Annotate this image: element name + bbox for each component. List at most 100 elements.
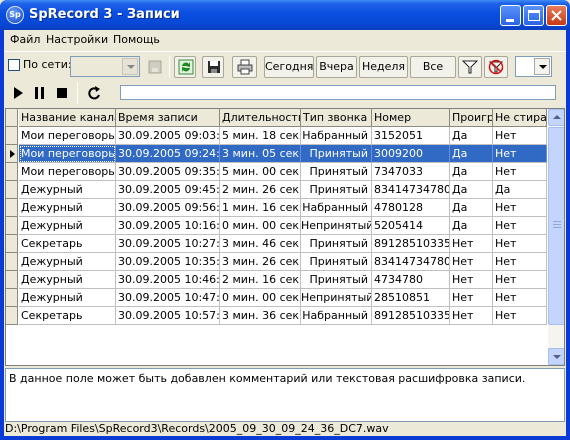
table-cell[interactable]: 3 мин. 46 сек. [220,235,301,253]
playback-progress-bar[interactable] [120,85,556,100]
table-cell[interactable]: Нет [450,307,493,325]
table-cell[interactable]: Нет [493,145,547,163]
menu-file[interactable]: Файл [10,33,40,46]
table-row[interactable]: Мои переговоры30.09.2005 09:03:585 мин. … [6,127,547,145]
table-cell[interactable]: Нет [450,253,493,271]
network-select[interactable] [70,56,140,77]
table-cell[interactable]: 30.09.2005 10:35:34 [116,253,220,271]
table-cell[interactable]: 30.09.2005 10:57:04 [116,307,220,325]
table-cell[interactable]: Да [450,127,493,145]
table-row[interactable]: Мои переговоры30.09.2005 09:24:363 мин. … [6,145,547,163]
table-row[interactable]: Секретарь30.09.2005 10:27:043 мин. 46 се… [6,235,547,253]
network-checkbox[interactable] [8,59,20,71]
table-cell[interactable]: 28510851 [372,289,450,307]
table-cell[interactable]: Да [450,181,493,199]
table-cell[interactable]: Нет [493,307,547,325]
yesterday-button[interactable]: Вчера [316,56,357,78]
table-row[interactable]: Мои переговоры30.09.2005 09:35:075 мин. … [6,163,547,181]
table-cell[interactable]: 3 мин. 05 сек. [220,145,301,163]
table-cell[interactable]: 0 мин. 00 сек. [220,289,301,307]
table-cell[interactable]: 3152051 [372,127,450,145]
table-cell[interactable]: Дежурный [19,181,116,199]
save-button[interactable] [202,56,224,78]
table-cell[interactable]: Дежурный [19,253,116,271]
table-cell[interactable]: 30.09.2005 09:45:34 [116,181,220,199]
table-cell[interactable]: Нет [450,235,493,253]
table-cell[interactable]: Мои переговоры [19,163,116,181]
column-header[interactable]: Название канала [19,109,116,127]
scroll-down-button[interactable] [548,348,564,365]
table-cell[interactable]: 3 мин. 26 сек. [220,253,301,271]
table-cell[interactable]: 30.09.2005 10:47:43 [116,289,220,307]
table-cell[interactable]: Непринятый [301,217,372,235]
vertical-scrollbar[interactable] [548,109,564,365]
table-cell[interactable]: Дежурный [19,271,116,289]
table-cell[interactable]: Набранный [301,307,372,325]
table-cell[interactable]: Принятый [301,163,372,181]
table-cell[interactable]: 89128510335 [372,307,450,325]
table-cell[interactable]: Принятый [301,253,372,271]
table-row[interactable]: Дежурный30.09.2005 10:16:430 мин. 00 сек… [6,217,547,235]
column-header[interactable]: Проигр [450,109,493,127]
table-cell[interactable]: 2 мин. 16 сек. [220,271,301,289]
table-cell[interactable]: Нет [493,199,547,217]
table-row[interactable]: Дежурный30.09.2005 10:46:042 мин. 16 сек… [6,271,547,289]
table-cell[interactable]: Нет [493,253,547,271]
table-cell[interactable]: Мои переговоры [19,145,116,163]
table-cell[interactable]: 7347033 [372,163,450,181]
column-header[interactable]: Номер [372,109,450,127]
today-button[interactable]: Сегодня [264,56,314,78]
filter-button[interactable] [458,56,482,78]
table-cell[interactable]: Принятый [301,271,372,289]
column-header[interactable]: Тип звонка [301,109,372,127]
table-cell[interactable]: Секретарь [19,307,116,325]
table-cell[interactable]: Нет [450,271,493,289]
table-cell[interactable]: 1 мин. 16 сек. [220,199,301,217]
table-cell[interactable]: 30.09.2005 10:46:04 [116,271,220,289]
table-cell[interactable]: Да [450,199,493,217]
maximize-button[interactable] [523,5,544,26]
table-cell[interactable]: Дежурный [19,199,116,217]
table-row[interactable]: Секретарь30.09.2005 10:57:043 мин. 36 се… [6,307,547,325]
table-cell[interactable]: 2 мин. 26 сек. [220,181,301,199]
table-cell[interactable]: 30.09.2005 09:24:36 [116,145,220,163]
table-cell[interactable]: Принятый [301,145,372,163]
table-cell[interactable]: 83414734780 [372,253,450,271]
table-cell[interactable]: 83414734780 [372,181,450,199]
table-cell[interactable]: 3 мин. 36 сек. [220,307,301,325]
table-cell[interactable]: Принятый [301,181,372,199]
comment-field[interactable]: В данное поле может быть добавлен коммен… [5,368,565,422]
table-cell[interactable]: 3009200 [372,145,450,163]
title-bar[interactable]: Sp SpRecord 3 - Записи [0,0,570,30]
table-cell[interactable]: 30.09.2005 09:35:07 [116,163,220,181]
column-header[interactable]: Время записи [116,109,220,127]
table-cell[interactable]: 30.09.2005 09:56:04 [116,199,220,217]
table-cell[interactable]: Нет [493,163,547,181]
table-cell[interactable]: Мои переговоры [19,127,116,145]
table-cell[interactable]: Да [450,217,493,235]
table-cell[interactable]: Нет [493,271,547,289]
table-cell[interactable]: Непринятый [301,289,372,307]
table-row[interactable]: Дежурный30.09.2005 09:56:041 мин. 16 сек… [6,199,547,217]
table-cell[interactable]: Дежурный [19,289,116,307]
filter-select[interactable] [515,56,552,77]
play-icon[interactable] [8,83,28,103]
stop-icon[interactable] [52,83,72,103]
table-cell[interactable]: Набранный [301,199,372,217]
minimize-button[interactable] [500,5,521,26]
table-cell[interactable]: Секретарь [19,235,116,253]
table-cell[interactable]: 5205414 [372,217,450,235]
table-cell[interactable]: Принятый [301,235,372,253]
table-cell[interactable]: 30.09.2005 09:03:58 [116,127,220,145]
scroll-up-button[interactable] [548,109,564,126]
table-cell[interactable]: Нет [450,289,493,307]
clear-filter-button[interactable] [484,56,508,78]
menu-help[interactable]: Помощь [113,33,160,46]
table-cell[interactable]: Нет [493,235,547,253]
refresh-button[interactable] [174,56,196,78]
table-cell[interactable]: 5 мин. 00 сек. [220,163,301,181]
loop-icon[interactable] [84,83,104,103]
disabled-save-button[interactable] [143,56,165,78]
print-button[interactable] [232,56,257,78]
table-row[interactable]: Дежурный30.09.2005 09:45:342 мин. 26 сек… [6,181,547,199]
